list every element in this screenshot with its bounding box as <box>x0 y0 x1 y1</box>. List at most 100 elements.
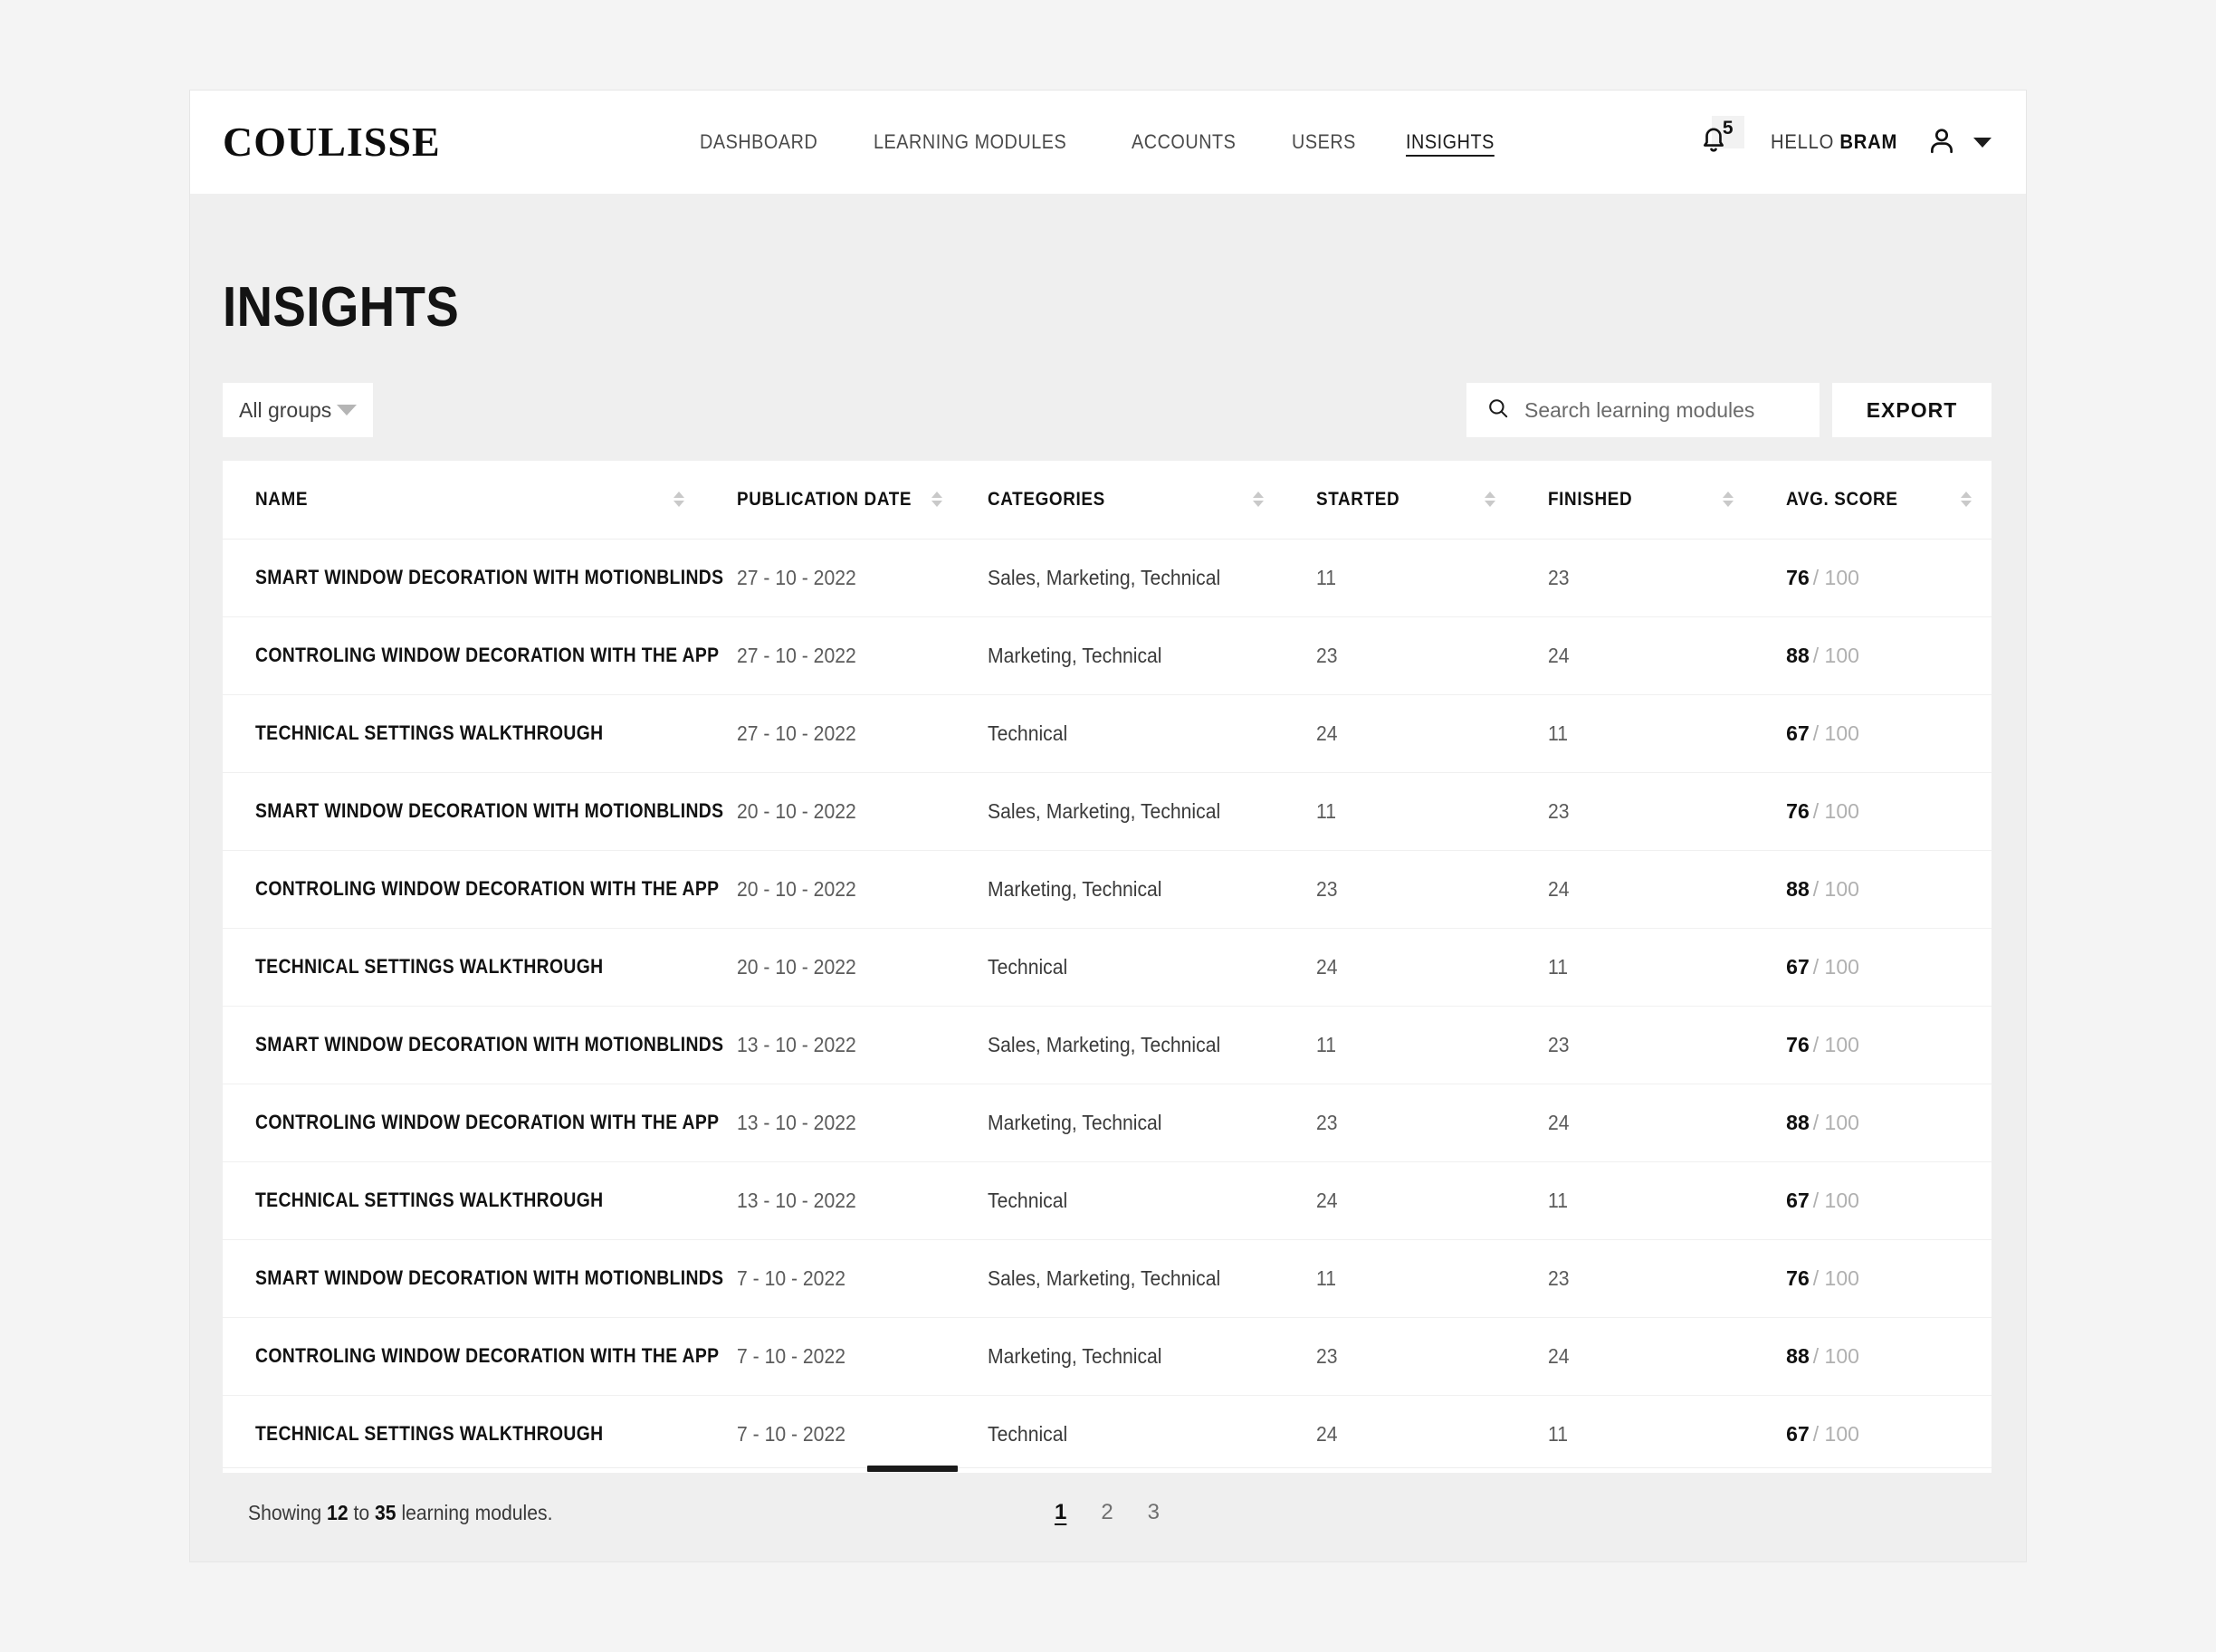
avg-score-value: 88 <box>1786 1110 1810 1134</box>
table-row[interactable]: SMART WINDOW DECORATION WITH MOTIONBLIND… <box>223 1006 1992 1084</box>
avg-score-max: / 100 <box>1812 643 1859 667</box>
cell-finished: 24 <box>1515 616 1754 695</box>
cell-avg-score: 76/ 100 <box>1753 539 1992 617</box>
started-count: 11 <box>1316 1032 1337 1056</box>
table-row[interactable]: SMART WINDOW DECORATION WITH MOTIONBLIND… <box>223 1239 1992 1318</box>
started-count: 11 <box>1316 798 1337 823</box>
cell-categories: Marketing, Technical <box>954 616 1285 695</box>
categories: Technical <box>987 1421 1067 1446</box>
chevron-down-icon <box>337 405 357 415</box>
page-button-3[interactable]: 3 <box>1148 1500 1160 1525</box>
avg-score-max: / 100 <box>1812 1032 1859 1056</box>
avg-score-value: 88 <box>1786 643 1810 667</box>
table-row[interactable]: SMART WINDOW DECORATION WITH MOTIONBLIND… <box>223 772 1992 851</box>
publication-date: 7 - 10 - 2022 <box>737 1421 846 1446</box>
nav-item-dashboard[interactable]: DASHBOARD <box>700 130 817 154</box>
page-button-2[interactable]: 2 <box>1101 1500 1113 1525</box>
cell-name: TECHNICAL SETTINGS WALKTHROUGH <box>223 1161 705 1240</box>
nav-item-accounts[interactable]: ACCOUNTS <box>1132 130 1236 154</box>
cell-publication-date: 20 - 10 - 2022 <box>704 928 955 1007</box>
user-greeting: HELLO BRAM <box>1771 130 1897 154</box>
avg-score-max: / 100 <box>1812 721 1859 745</box>
avg-score-value: 67 <box>1786 1188 1810 1212</box>
publication-date: 20 - 10 - 2022 <box>737 798 857 823</box>
finished-count: 24 <box>1548 1110 1570 1134</box>
module-name: CONTROLING WINDOW DECORATION WITH THE AP… <box>255 877 720 900</box>
table-row[interactable]: TECHNICAL SETTINGS WALKTHROUGH 13 - 10 - … <box>223 1161 1992 1240</box>
module-name: TECHNICAL SETTINGS WALKTHROUGH <box>255 721 604 744</box>
cell-finished: 23 <box>1515 1239 1754 1318</box>
sort-toggle-started[interactable] <box>1485 492 1496 508</box>
finished-count: 23 <box>1548 565 1570 589</box>
table-row[interactable]: CONTROLING WINDOW DECORATION WITH THE AP… <box>223 616 1992 695</box>
page-body: INSIGHTS All groups EXPORT <box>190 275 2026 1552</box>
nav-item-users[interactable]: USERS <box>1292 130 1356 154</box>
sort-toggle-avg-score[interactable] <box>1961 492 1972 508</box>
column-label: AVG. SCORE <box>1786 488 1898 510</box>
started-count: 11 <box>1316 565 1337 589</box>
cell-finished: 24 <box>1515 850 1754 929</box>
user-icon[interactable] <box>1926 125 1957 160</box>
nav-item-learning-modules[interactable]: LEARNING MODULES <box>874 130 1066 154</box>
table-row[interactable]: SMART WINDOW DECORATION WITH MOTIONBLIND… <box>223 539 1992 617</box>
categories: Marketing, Technical <box>987 1343 1162 1368</box>
avg-score-value: 88 <box>1786 876 1810 901</box>
search-input[interactable] <box>1524 397 1800 423</box>
cell-avg-score: 76/ 100 <box>1753 1239 1992 1318</box>
table-row[interactable]: CONTROLING WINDOW DECORATION WITH THE AP… <box>223 1084 1992 1162</box>
started-count: 23 <box>1316 876 1338 901</box>
cell-name: CONTROLING WINDOW DECORATION WITH THE AP… <box>223 850 719 929</box>
sort-toggle-name[interactable] <box>673 492 685 508</box>
categories: Sales, Marketing, Technical <box>987 798 1220 823</box>
chevron-down-icon[interactable] <box>1973 137 1992 148</box>
publication-date: 20 - 10 - 2022 <box>737 954 857 979</box>
notifications-button[interactable]: 5 <box>1686 114 1744 170</box>
finished-count: 11 <box>1548 1188 1569 1212</box>
avg-score-max: / 100 <box>1812 565 1859 589</box>
table-row[interactable]: TECHNICAL SETTINGS WALKTHROUGH 20 - 10 - … <box>223 928 1992 1007</box>
table-row[interactable]: TECHNICAL SETTINGS WALKTHROUGH 27 - 10 - … <box>223 694 1992 773</box>
search-box[interactable] <box>1466 383 1820 437</box>
cell-name: TECHNICAL SETTINGS WALKTHROUGH <box>223 928 705 1007</box>
nav-item-insights[interactable]: INSIGHTS <box>1406 130 1495 154</box>
showing-middle: to <box>348 1500 376 1524</box>
publication-date: 13 - 10 - 2022 <box>737 1110 857 1134</box>
page-button-1[interactable]: 1 <box>1055 1500 1066 1525</box>
user-name: BRAM <box>1839 130 1897 153</box>
cell-categories: Sales, Marketing, Technical <box>954 539 1285 617</box>
table-row[interactable]: CONTROLING WINDOW DECORATION WITH THE AP… <box>223 1317 1992 1396</box>
group-filter-select[interactable]: All groups <box>223 383 373 437</box>
cell-avg-score: 88/ 100 <box>1753 1084 1992 1162</box>
toolbar-right: EXPORT <box>1466 383 1992 437</box>
column-header-publication-date: PUBLICATION DATE <box>704 461 955 540</box>
finished-count: 24 <box>1548 643 1570 667</box>
cell-categories: Marketing, Technical <box>954 1317 1285 1396</box>
export-button[interactable]: EXPORT <box>1832 383 1992 437</box>
cell-name: TECHNICAL SETTINGS WALKTHROUGH <box>223 1395 704 1473</box>
cell-avg-score: 67/ 100 <box>1753 694 1992 773</box>
column-header-name: NAME <box>223 461 705 540</box>
publication-date: 27 - 10 - 2022 <box>737 721 857 745</box>
module-name: SMART WINDOW DECORATION WITH MOTIONBLIND… <box>255 1033 724 1055</box>
cell-started: 23 <box>1284 1317 1516 1396</box>
cell-avg-score: 67/ 100 <box>1753 1161 1992 1240</box>
sort-toggle-publication-date[interactable] <box>931 492 942 508</box>
table-body: SMART WINDOW DECORATION WITH MOTIONBLIND… <box>223 539 1992 1473</box>
sort-toggle-finished[interactable] <box>1723 492 1734 508</box>
sort-toggle-categories[interactable] <box>1253 492 1265 508</box>
showing-to: 35 <box>375 1500 396 1524</box>
finished-count: 11 <box>1548 1421 1569 1446</box>
module-name: SMART WINDOW DECORATION WITH MOTIONBLIND… <box>255 799 724 822</box>
table-row[interactable]: CONTROLING WINDOW DECORATION WITH THE AP… <box>223 850 1992 929</box>
categories: Sales, Marketing, Technical <box>987 1265 1220 1290</box>
publication-date: 7 - 10 - 2022 <box>737 1343 846 1368</box>
brand-logo[interactable]: COULISSE <box>223 121 441 163</box>
scrollbar-thumb[interactable] <box>867 1466 958 1472</box>
showing-prefix: Showing <box>248 1500 328 1524</box>
search-icon <box>1486 396 1510 425</box>
cell-publication-date: 7 - 10 - 2022 <box>704 1317 955 1396</box>
cell-categories: Sales, Marketing, Technical <box>954 772 1285 851</box>
table-row[interactable]: TECHNICAL SETTINGS WALKTHROUGH 7 - 10 - 2… <box>223 1395 1992 1473</box>
cell-started: 11 <box>1284 1006 1516 1084</box>
cell-name: CONTROLING WINDOW DECORATION WITH THE AP… <box>223 616 719 695</box>
